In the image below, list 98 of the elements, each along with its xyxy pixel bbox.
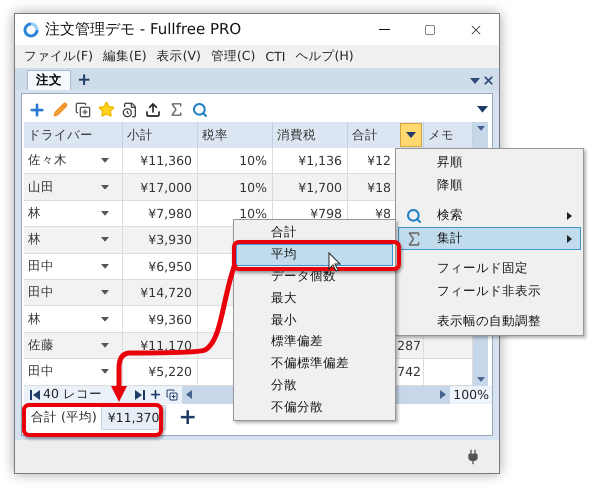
record-count: 40 レコー <box>43 386 102 404</box>
table-cell: ¥7,980 <box>148 206 192 221</box>
table-cell: ¥11,360 <box>140 153 192 168</box>
first-record-icon[interactable] <box>30 390 40 400</box>
table-cell: ¥9,360 <box>148 312 192 327</box>
dropdown-caret-icon <box>101 237 109 242</box>
table-cell: ¥14,720 <box>140 285 192 300</box>
scroll-left-icon <box>186 390 192 400</box>
column-header[interactable]: 合計 <box>352 126 378 144</box>
column-header[interactable]: メモ <box>428 126 454 144</box>
menu-item[interactable]: 表示幅の自動調整 <box>398 303 581 333</box>
table-cell: 10% <box>239 180 267 195</box>
star-icon[interactable] <box>98 101 115 118</box>
table-cell: ¥11,170 <box>140 338 192 353</box>
submenu-arrow-icon <box>567 212 572 220</box>
menu-item[interactable]: 分散 <box>236 374 393 396</box>
duplicate-icon[interactable] <box>75 102 91 118</box>
menu-item[interactable]: 表示(V) <box>152 48 206 65</box>
dropdown-caret-icon <box>101 158 109 164</box>
table-cell: 林 <box>28 204 41 222</box>
menu-item[interactable]: CTI <box>260 49 290 64</box>
column-menu-button[interactable] <box>400 123 422 147</box>
column-header[interactable]: 小計 <box>127 126 153 144</box>
menu-item[interactable]: 最大 <box>236 287 393 310</box>
dropdown-caret-icon <box>101 211 109 216</box>
dropdown-caret-icon <box>101 316 109 322</box>
menu-item[interactable]: ファイル(F) <box>19 48 98 65</box>
table-cell: 田中 <box>28 258 54 275</box>
table-cell: 林 <box>28 310 41 328</box>
menu-item[interactable]: 集計 <box>398 227 581 250</box>
table-cell: ¥17,000 <box>140 180 192 195</box>
cursor-icon <box>328 252 342 272</box>
table-cell: 287 <box>397 338 421 353</box>
table-cell: ¥798 <box>310 206 342 221</box>
column-header[interactable]: 消費税 <box>277 126 316 144</box>
menu-item[interactable]: 管理(C) <box>206 48 260 65</box>
dropdown-caret-icon <box>101 290 109 296</box>
table-cell: ¥18 <box>367 180 391 195</box>
table-cell: 10% <box>239 206 267 221</box>
menu-item[interactable]: 検索 <box>398 197 581 227</box>
dropdown-caret-icon <box>101 264 109 269</box>
table-cell: 佐藤 <box>28 336 54 354</box>
scroll-right-icon <box>440 390 446 400</box>
zoom-level: 100% <box>450 387 492 402</box>
document-clock-icon[interactable] <box>122 102 138 118</box>
new-tab-button[interactable]: + <box>77 70 92 90</box>
table-cell: ¥3,930 <box>148 232 192 248</box>
search-icon <box>406 208 422 224</box>
menu-item[interactable]: フィールド非表示 <box>398 280 581 303</box>
table-cell: 佐々木 <box>28 152 67 170</box>
table-cell: 林 <box>28 231 41 248</box>
scroll-up-icon <box>476 126 484 131</box>
add-record-icon[interactable] <box>148 388 162 402</box>
table-cell: ¥8 <box>375 206 391 221</box>
menu-item[interactable]: 不偏標準偏差 <box>236 352 393 375</box>
caret-icon <box>406 132 416 138</box>
column-header[interactable]: ドライバー <box>28 126 93 144</box>
panel-menu-icon <box>470 78 480 84</box>
table-cell: 田中 <box>28 284 54 302</box>
last-record-icon[interactable] <box>134 390 145 400</box>
menu-item[interactable]: ヘルプ(H) <box>290 48 359 65</box>
column-header[interactable]: 税率 <box>202 126 228 144</box>
scroll-down-icon <box>476 376 484 382</box>
close-icon[interactable] <box>482 74 495 87</box>
menu-item[interactable]: 降順 <box>398 174 581 197</box>
table-cell: 田中 <box>28 363 54 380</box>
toolbar-menu-icon <box>477 106 488 113</box>
menu-item[interactable]: 最小 <box>236 309 393 331</box>
menu-item[interactable]: 標準偏差 <box>236 330 393 353</box>
table-cell: 山田 <box>28 178 54 196</box>
table-cell: 742 <box>397 364 421 380</box>
dropdown-caret-icon <box>101 369 109 374</box>
dropdown-caret-icon <box>101 343 109 348</box>
upload-icon[interactable] <box>145 102 161 118</box>
duplicate-record-icon[interactable] <box>166 388 178 401</box>
app-logo-icon <box>23 22 39 38</box>
window-title: 注文管理デモ - Fullfree PRO <box>45 20 242 39</box>
menu-item[interactable]: 編集(E) <box>98 48 152 65</box>
menu-item[interactable]: 昇順 <box>398 151 581 174</box>
table-cell: ¥5,220 <box>148 364 192 380</box>
table-cell: ¥1,700 <box>298 180 342 195</box>
submenu-arrow-icon <box>567 234 572 242</box>
table-cell: ¥1,136 <box>298 153 342 168</box>
table-cell: 10% <box>239 153 267 168</box>
menu-item[interactable]: 不偏分散 <box>236 396 393 418</box>
search-icon[interactable] <box>192 102 208 118</box>
table-cell: ¥6,950 <box>148 258 192 274</box>
add-icon[interactable] <box>28 100 46 118</box>
add-summary-button[interactable]: + <box>178 406 197 429</box>
maximize-icon <box>424 24 436 36</box>
menu-item[interactable]: フィールド固定 <box>398 250 581 280</box>
minimize-icon <box>378 29 390 30</box>
menu-item[interactable]: 合計 <box>236 222 393 244</box>
table-cell: ¥12 <box>367 153 391 168</box>
summary-label: 合計 (平均) <box>30 409 98 426</box>
dropdown-caret-icon <box>101 184 109 190</box>
menu-item[interactable]: 平均 <box>236 244 393 266</box>
tab[interactable]: 注文 <box>27 70 71 90</box>
